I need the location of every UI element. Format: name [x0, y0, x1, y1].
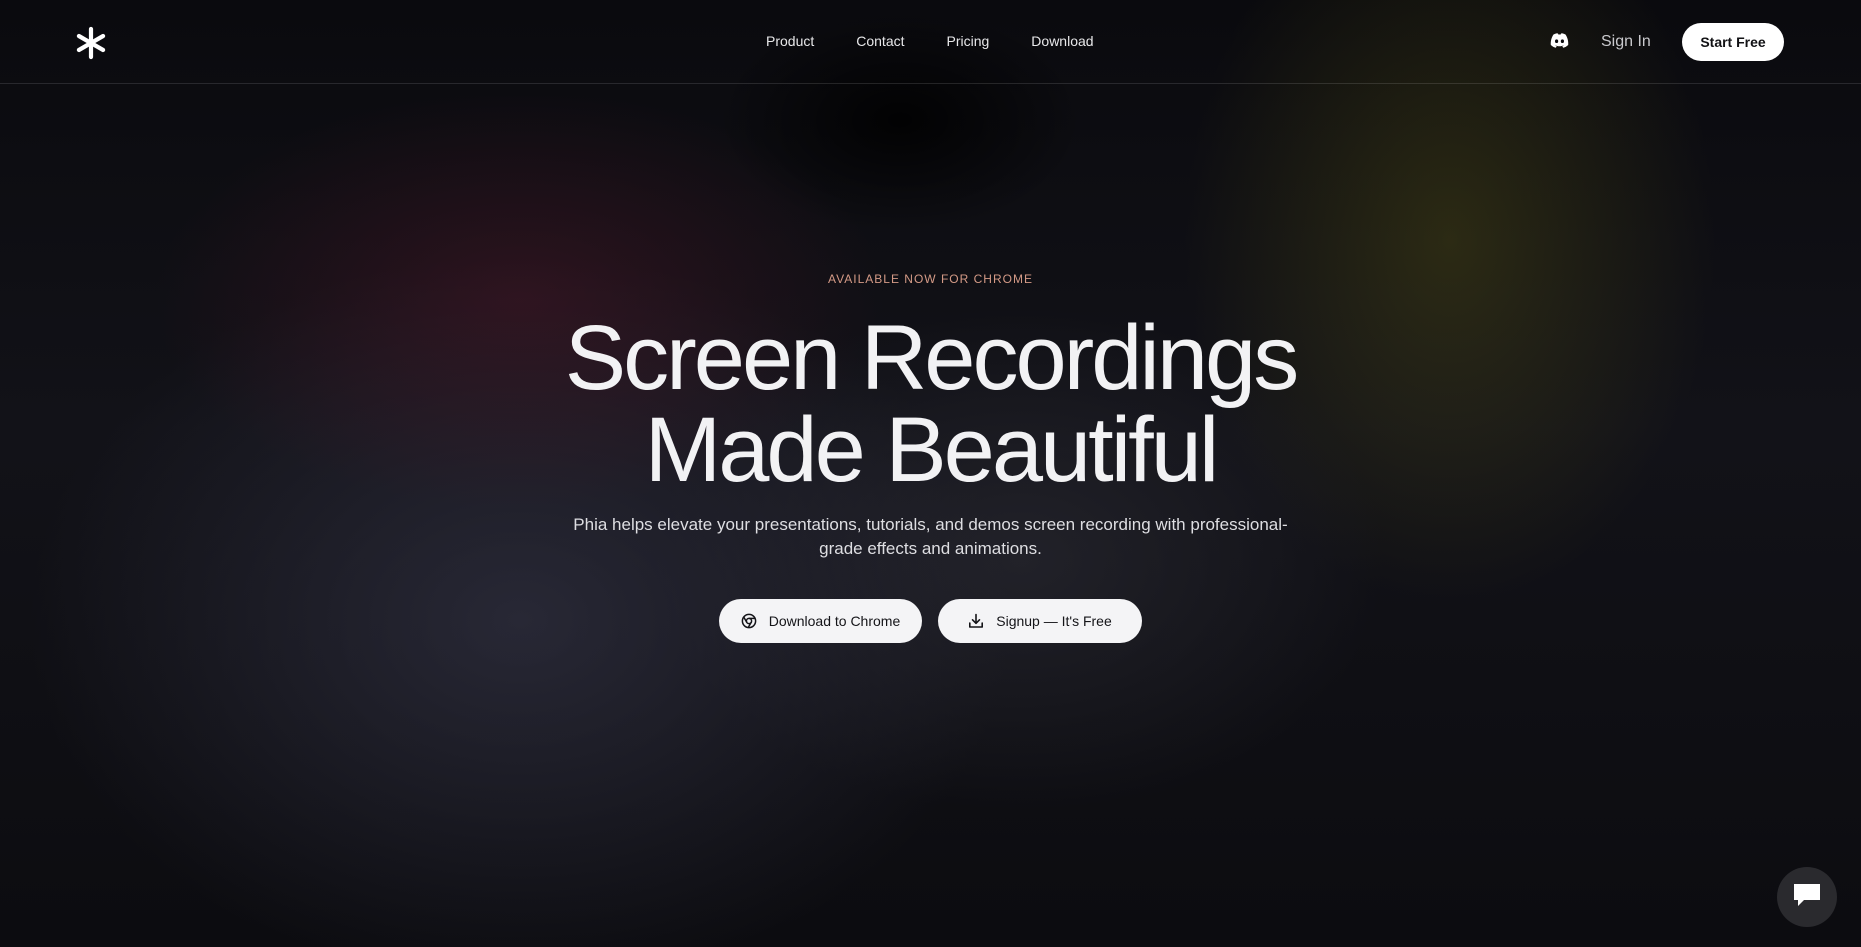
nav-download[interactable]: Download: [1031, 31, 1093, 51]
top-navbar: Product Contact Pricing Download Sign In…: [0, 0, 1861, 84]
chat-bubble-icon: [1792, 881, 1822, 914]
download-chrome-label: Download to Chrome: [768, 613, 901, 629]
main-nav: Product Contact Pricing Download: [766, 31, 1094, 51]
signup-free-label: Signup — It's Free: [996, 613, 1112, 629]
hero-subtitle: Phia helps elevate your presentations, t…: [573, 515, 1288, 558]
chat-widget-button[interactable]: [1777, 867, 1837, 927]
discord-icon[interactable]: [1549, 32, 1570, 50]
landing-page: Product Contact Pricing Download Sign In…: [0, 0, 1861, 947]
headline-line-2: Made Beautiful: [644, 399, 1220, 501]
download-chrome-button[interactable]: Download to Chrome: [719, 599, 922, 643]
start-free-button[interactable]: Start Free: [1682, 23, 1784, 61]
nav-product[interactable]: Product: [766, 31, 814, 51]
headline-line-1: Screen Recordings: [564, 307, 1299, 409]
signup-free-button[interactable]: Signup — It's Free: [938, 599, 1142, 643]
availability-eyebrow: AVAILABLE NOW FOR CHROME: [828, 272, 1033, 286]
asterisk-logo-icon[interactable]: [74, 26, 108, 60]
nav-contact[interactable]: Contact: [856, 31, 904, 51]
sign-in-link[interactable]: Sign In: [1601, 31, 1651, 53]
nav-pricing[interactable]: Pricing: [947, 31, 990, 51]
download-icon: [968, 613, 984, 629]
hero-headline: Screen Recordings Made Beautiful: [0, 312, 1861, 496]
chrome-icon: [741, 613, 757, 629]
